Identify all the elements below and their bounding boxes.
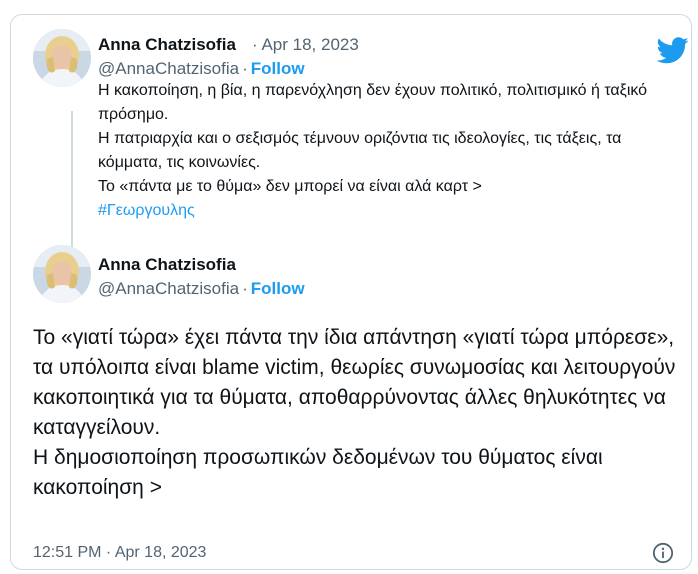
author-handle[interactable]: @AnnaChatzisofia [98,59,239,78]
avatar[interactable] [33,245,91,303]
tweet-line: Το «πάντα με το θύμα» δεν μπορεί να είνα… [98,178,482,195]
tweet-date[interactable]: · Apr 18, 2023 [252,35,359,55]
tweet-paragraph: Το «γιατί τώρα» έχει πάντα την ίδια απάν… [33,326,676,439]
thread-connector-line [71,111,73,259]
follow-button[interactable]: Follow [251,279,305,298]
author-name[interactable]: Anna Chatzisofia [98,255,236,275]
avatar[interactable] [33,29,91,87]
avatar-photo [33,29,91,87]
twitter-bird-icon[interactable] [657,37,689,64]
quoted-tweet-text: Η κακοποίηση, η βία, η παρενόχληση δεν έ… [98,79,668,223]
avatar-photo [33,245,91,303]
main-tweet-text: Το «γιατί τώρα» έχει πάντα την ίδια απάν… [33,323,683,503]
author-handle[interactable]: @AnnaChatzisofia [98,279,239,298]
handle-line: @AnnaChatzisofia · Follow [98,279,305,299]
tweet-paragraph: Η δημοσιοποίηση προσωπικών δεδομένων του… [33,446,603,499]
info-icon[interactable] [652,542,674,564]
tweet-line: Η πατριαρχία και ο σεξισμός τέμνουν οριζ… [98,130,622,171]
tweet-embed-card: Anna Chatzisofia · Apr 18, 2023 @AnnaCha… [10,14,692,570]
date-text[interactable]: Apr 18, 2023 [261,35,358,54]
tweet-line: Η κακοποίηση, η βία, η παρενόχληση δεν έ… [98,82,648,123]
handle-separator: · [242,279,248,298]
follow-button[interactable]: Follow [251,59,305,78]
handle-separator: · [242,59,248,78]
author-name[interactable]: Anna Chatzisofia [98,35,236,55]
date-separator: · [252,35,258,54]
handle-line: @AnnaChatzisofia · Follow [98,59,305,79]
hashtag-link[interactable]: #Γεωργουλης [98,202,195,219]
tweet-timestamp[interactable]: 12:51 PM · Apr 18, 2023 [33,544,206,562]
